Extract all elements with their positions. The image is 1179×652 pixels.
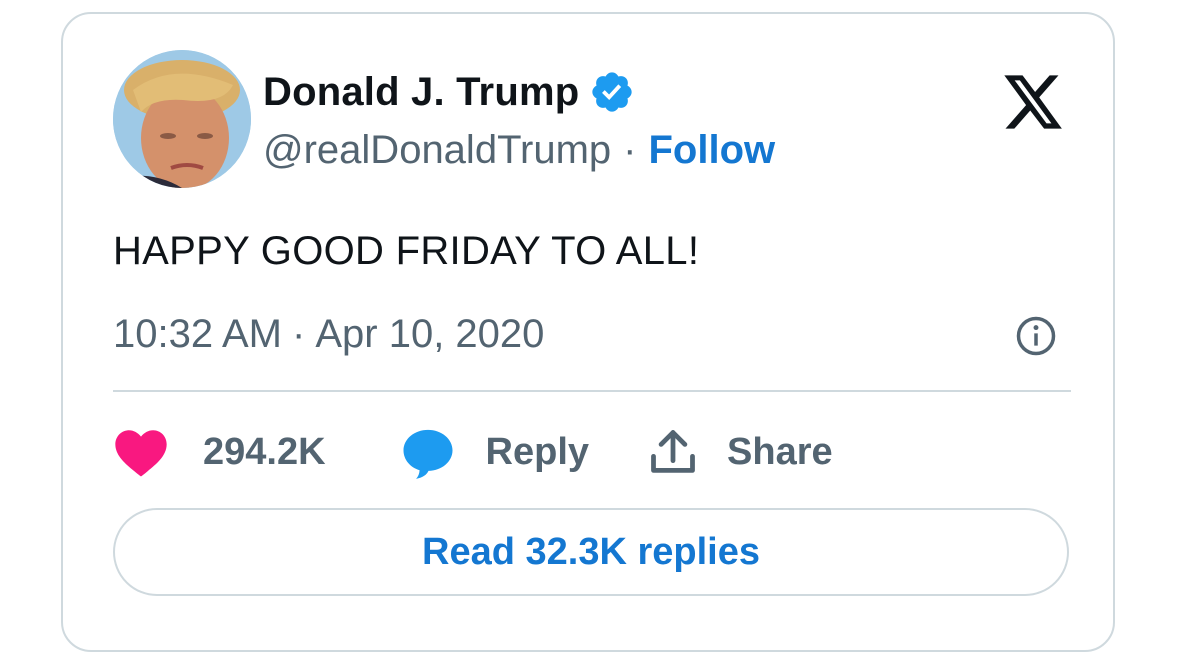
share-upload-icon (647, 426, 699, 478)
reply-label: Reply (485, 430, 590, 473)
heart-icon (113, 427, 169, 477)
like-button[interactable]: 294.2K (113, 427, 326, 477)
share-label: Share (727, 430, 833, 473)
reply-bubble-icon (400, 424, 456, 480)
verified-badge-icon (589, 69, 635, 115)
tweet-card: Donald J. Trump @realDonaldTrump · Follo… (61, 12, 1115, 652)
action-bar: 294.2K Reply Share (113, 422, 833, 482)
author-name-row: Donald J. Trump (263, 68, 635, 116)
like-count: 294.2K (203, 430, 326, 473)
x-logo-icon[interactable] (1001, 72, 1065, 132)
author-handle-row: @realDonaldTrump · Follow (263, 126, 775, 174)
tweet-text: HAPPY GOOD FRIDAY TO ALL! (113, 229, 700, 273)
separator-dot: · (623, 127, 637, 172)
tweet-time: 10:32 AM (113, 311, 283, 356)
timestamp-separator: · (292, 311, 306, 356)
read-replies-button[interactable]: Read 32.3K replies (113, 508, 1069, 596)
divider (113, 390, 1071, 392)
author-handle[interactable]: @realDonaldTrump (263, 128, 611, 173)
tweet-date: Apr 10, 2020 (315, 311, 545, 356)
avatar[interactable] (113, 50, 251, 188)
follow-button[interactable]: Follow (648, 128, 775, 173)
info-icon[interactable] (1015, 315, 1057, 357)
author-display-name[interactable]: Donald J. Trump (263, 70, 579, 115)
share-button[interactable]: Share (647, 426, 833, 478)
reply-button[interactable]: Reply (400, 424, 589, 480)
tweet-timestamp[interactable]: 10:32 AM · Apr 10, 2020 (113, 310, 544, 358)
